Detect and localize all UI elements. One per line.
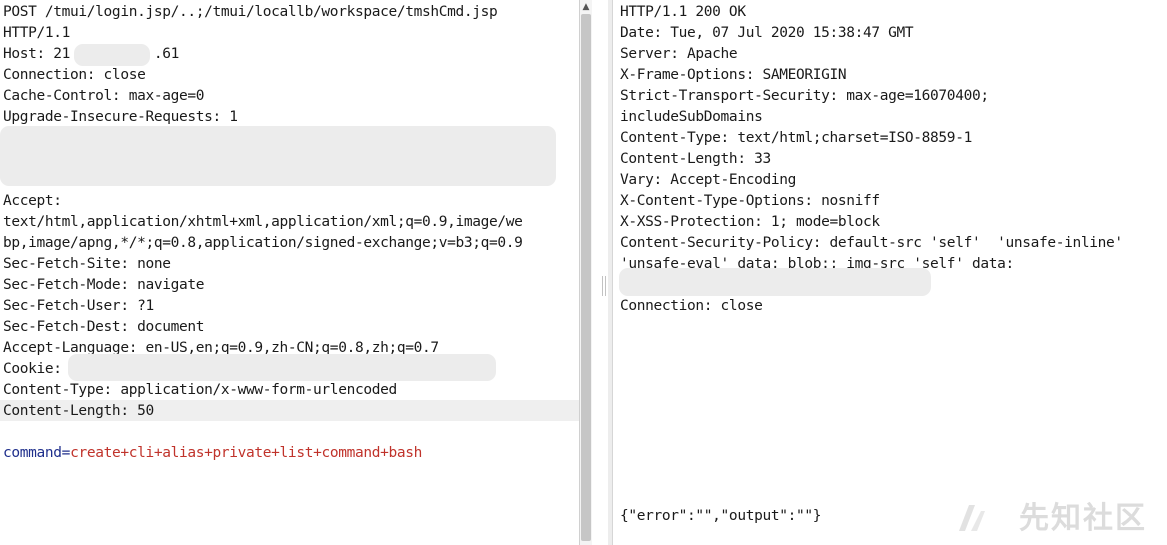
body-param-value: create+cli+alias+private+list+command+ba…: [70, 445, 423, 461]
request-line: Sec-Fetch-Dest: document: [3, 319, 205, 335]
response-line: Content-Type: text/html;charset=ISO-8859…: [620, 130, 972, 146]
request-line: Sec-Fetch-Site: none: [3, 256, 171, 272]
redacted-host-block: [74, 44, 150, 66]
request-line: Upgrade-Insecure-Requests: 1: [3, 109, 238, 125]
request-scrollbar-thumb[interactable]: [581, 14, 591, 541]
body-param-name: command: [3, 445, 62, 461]
response-line: Connection: close: [620, 298, 763, 314]
response-line: Strict-Transport-Security: max-age=16070…: [620, 88, 989, 104]
request-line: text/html,application/xhtml+xml,applicat…: [3, 214, 523, 230]
response-line: Vary: Accept-Encoding: [620, 172, 796, 188]
redacted-headers-block: [0, 126, 556, 186]
request-body: command=create+cli+alias+private+list+co…: [3, 443, 422, 464]
response-line: X-Content-Type-Options: nosniff: [620, 193, 880, 209]
redacted-csp-block: [619, 268, 931, 296]
response-line: Content-Length: 33: [620, 151, 771, 167]
response-line: X-XSS-Protection: 1; mode=block: [620, 214, 880, 230]
response-line: Date: Tue, 07 Jul 2020 15:38:47 GMT: [620, 25, 914, 41]
request-scrollbar[interactable]: ▲: [579, 0, 592, 545]
request-line: Connection: close: [3, 67, 146, 83]
request-line: Content-Type: application/x-www-form-url…: [3, 382, 397, 398]
response-pane-border: [608, 0, 613, 545]
response-body: {"error":"","output":""}: [620, 508, 822, 524]
triangle-up-icon[interactable]: ▲: [580, 0, 592, 14]
redacted-cookie-block: [68, 354, 496, 381]
response-line: includeSubDomains: [620, 109, 763, 125]
request-line: Cache-Control: max-age=0: [3, 88, 205, 104]
request-line: Sec-Fetch-Mode: navigate: [3, 277, 205, 293]
request-line: Cookie:: [3, 361, 62, 377]
request-line: bp,image/apng,*/*;q=0.8,application/sign…: [3, 235, 523, 251]
response-line: Content-Security-Policy: default-src 'se…: [620, 235, 1123, 251]
response-line: HTTP/1.1 200 OK: [620, 4, 746, 20]
response-line: X-Frame-Options: SAMEORIGIN: [620, 67, 847, 83]
body-param-equals: =: [61, 445, 71, 461]
xianzhi-logo-icon: [959, 505, 985, 531]
request-line: Accept:: [3, 193, 62, 209]
request-line: HTTP/1.1: [3, 25, 71, 41]
request-line: Content-Length: 50: [3, 403, 154, 419]
request-line: Sec-Fetch-User: ?1: [3, 298, 154, 314]
response-viewer[interactable]: HTTP/1.1 200 OK Date: Tue, 07 Jul 2020 1…: [615, 0, 1167, 545]
response-line: Server: Apache: [620, 46, 738, 62]
request-line: POST /tmui/login.jsp/..;/tmui/locallb/wo…: [3, 4, 498, 20]
watermark-text: 先知社区: [1019, 501, 1147, 536]
splitter-grip-icon[interactable]: [602, 276, 606, 296]
request-editor[interactable]: POST /tmui/login.jsp/..;/tmui/locallb/wo…: [0, 0, 579, 545]
